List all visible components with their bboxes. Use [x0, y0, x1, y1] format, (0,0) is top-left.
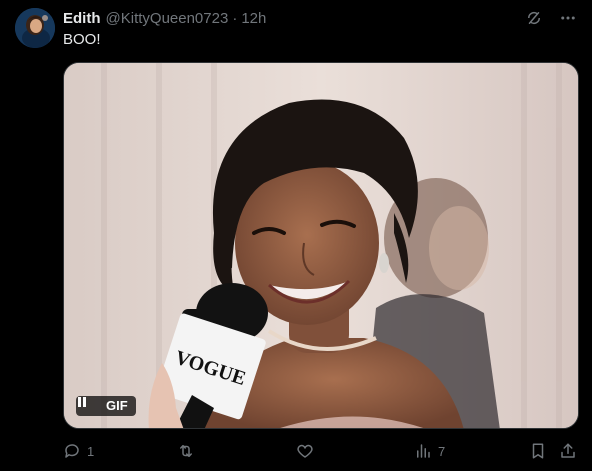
gif-frame: VOGUE	[64, 63, 578, 428]
avatar-image	[15, 8, 55, 48]
reply-icon	[65, 444, 79, 458]
views-button[interactable]: 7	[414, 442, 445, 460]
gif-badge: GIF	[98, 396, 136, 416]
like-icon	[297, 444, 313, 458]
view-count: 7	[438, 443, 446, 459]
bookmark-button[interactable]	[529, 442, 547, 460]
tweet-header: Edith @KittyQueen0723 · 12h	[63, 8, 266, 28]
timestamp[interactable]: 12h	[241, 10, 266, 27]
reply-count: 1	[87, 443, 95, 459]
pause-button[interactable]	[76, 396, 98, 416]
header-actions	[524, 8, 578, 28]
like-button[interactable]	[296, 442, 320, 460]
tweet-actions: 1 7	[63, 442, 579, 464]
more-icon[interactable]	[558, 8, 578, 28]
share-button[interactable]	[559, 442, 577, 460]
retweet-icon	[180, 445, 192, 457]
separator-dot: ·	[232, 9, 238, 27]
author-name[interactable]: Edith	[63, 10, 101, 27]
reply-button[interactable]: 1	[63, 442, 94, 460]
views-icon	[417, 444, 430, 458]
tweet-text: BOO!	[63, 31, 101, 48]
retweet-button[interactable]	[176, 442, 202, 460]
grok-icon[interactable]	[524, 8, 544, 28]
gif-controls: GIF	[76, 396, 136, 416]
tweet[interactable]: Edith @KittyQueen0723 · 12h BOO! VOGUE G…	[0, 0, 592, 471]
avatar[interactable]	[15, 8, 55, 48]
pause-icon	[78, 397, 86, 407]
tweet-media-gif[interactable]: VOGUE GIF	[63, 62, 579, 429]
bookmark-icon	[532, 443, 544, 459]
author-handle[interactable]: @KittyQueen0723	[106, 10, 229, 27]
share-icon	[561, 443, 575, 458]
